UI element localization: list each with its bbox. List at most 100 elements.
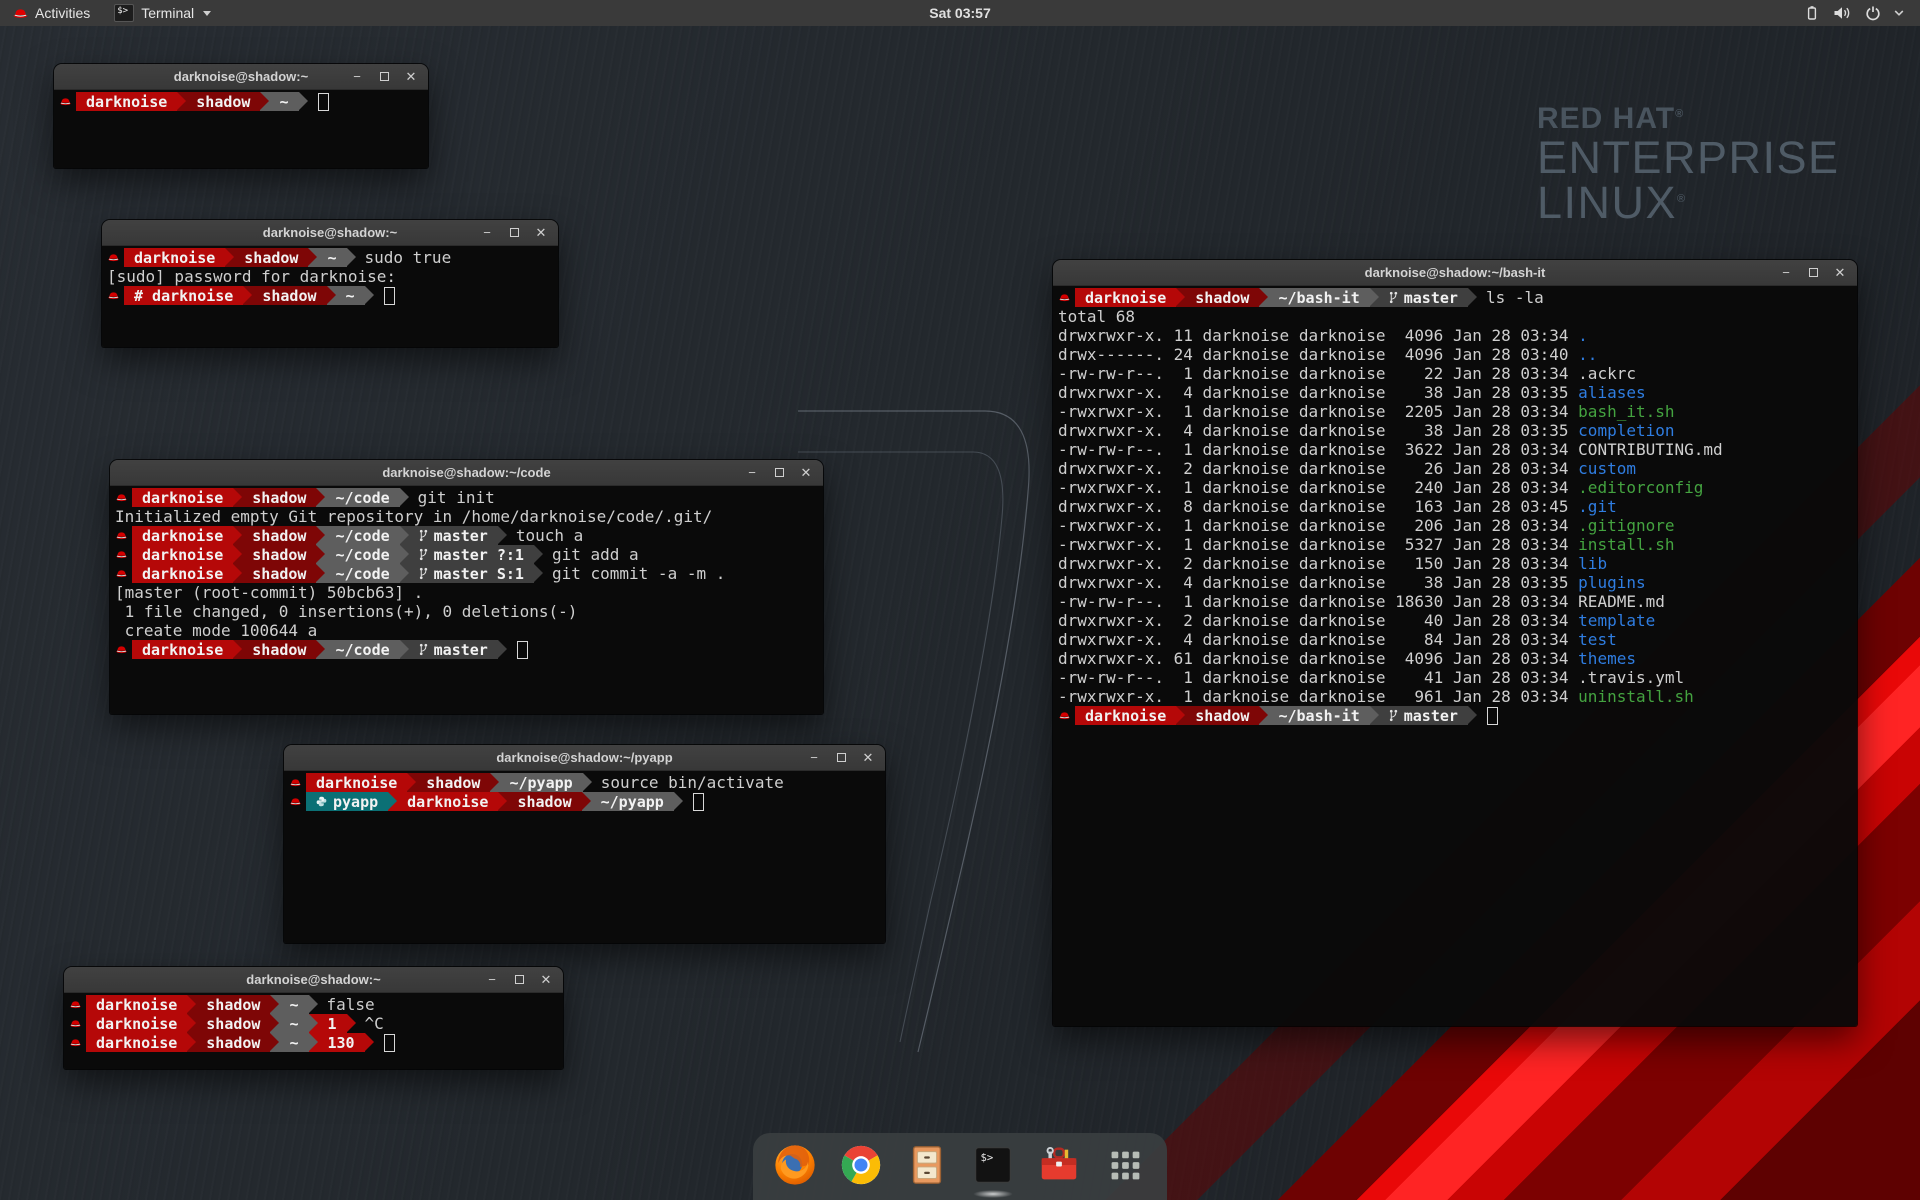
ls-entry-name: .travis.yml — [1578, 668, 1684, 687]
redhat-fedora-icon — [115, 530, 128, 541]
ls-entry-name: lib — [1578, 554, 1607, 573]
close-button[interactable]: ✕ — [535, 226, 547, 239]
command-text: ls -la — [1486, 288, 1544, 307]
terminal-code[interactable]: darknoise@shadow:~/code−✕darknoiseshadow… — [110, 460, 823, 714]
terminal-line: drwxrwxr-x. 8 darknoise darknoise 163 Ja… — [1055, 497, 1857, 516]
terminal-line: drwxrwxr-x. 2 darknoise darknoise 26 Jan… — [1055, 459, 1857, 478]
powerline-arrow-icon — [225, 248, 234, 267]
command-text: git add a — [552, 545, 639, 564]
registered-mark: ® — [1675, 108, 1684, 120]
maximize-button[interactable] — [513, 973, 525, 986]
powerline-arrow-icon — [388, 792, 397, 811]
powerline-arrow-icon — [233, 526, 242, 545]
maximize-button[interactable] — [773, 466, 785, 479]
terminal-screen[interactable]: darknoiseshadow~/codegit initInitialized… — [110, 486, 823, 714]
command-text: false — [327, 995, 375, 1014]
prompt-segment-red: darknoise — [124, 248, 225, 267]
minimize-button[interactable]: − — [746, 466, 758, 479]
redhat-fedora-icon — [69, 1018, 82, 1029]
dock: $> — [753, 1133, 1167, 1200]
maximize-button[interactable] — [508, 226, 520, 239]
prompt-segment-red: darknoise — [1075, 706, 1176, 725]
maximize-button[interactable] — [835, 751, 847, 764]
terminal-line: drwxrwxr-x. 4 darknoise darknoise 38 Jan… — [1055, 573, 1857, 592]
dock-item-terminal[interactable]: $> — [969, 1142, 1017, 1194]
window-title: darknoise@shadow:~/pyapp — [284, 750, 885, 765]
window-title: darknoise@shadow:~/code — [110, 465, 823, 480]
window-titlebar[interactable]: darknoise@shadow:~−✕ — [64, 967, 563, 993]
window-titlebar[interactable]: darknoise@shadow:~/code− ✕ — [110, 460, 823, 486]
terminal-screen[interactable]: darknoiseshadow~/pyappsource bin/activat… — [284, 771, 885, 943]
prompt-segment-red: darknoise — [132, 526, 233, 545]
prompt-segment-gray: ~ — [279, 995, 308, 1014]
chrome-icon — [838, 1142, 884, 1188]
terminal-screen[interactable]: darknoiseshadow~falsedarknoiseshadow~1^C… — [64, 993, 563, 1069]
command-text: git init — [418, 488, 495, 507]
terminal-screen[interactable]: darknoiseshadow~/bash-itmasterls -latota… — [1053, 286, 1857, 1026]
minimize-button[interactable]: − — [351, 70, 363, 83]
dock-item-app-grid[interactable] — [1101, 1142, 1149, 1194]
terminal-line: Initialized empty Git repository in /hom… — [112, 507, 823, 526]
dock-item-files[interactable] — [903, 1142, 951, 1194]
powerline-arrow-icon — [1176, 288, 1185, 307]
powerline-arrow-icon — [187, 1014, 196, 1033]
window-titlebar[interactable]: darknoise@shadow:~/pyapp− ✕ — [284, 745, 885, 771]
terminal-cursor — [517, 641, 528, 659]
minimize-button[interactable]: − — [808, 751, 820, 764]
prompt-segment-red: darknoise — [132, 564, 233, 583]
prompt-segment-red: darknoise — [397, 792, 498, 811]
git-branch-icon — [419, 529, 428, 542]
toolbox-icon — [1036, 1142, 1082, 1188]
redhat-fedora-icon — [12, 6, 29, 21]
terminal-line: drwxrwxr-x. 2 darknoise darknoise 40 Jan… — [1055, 611, 1857, 630]
minimize-button[interactable]: − — [1780, 266, 1792, 279]
ls-entry-name: template — [1578, 611, 1655, 630]
prompt-segment-gray: ~/code — [325, 545, 399, 564]
terminal-line: -rw-rw-r--. 1 darknoise darknoise 18630 … — [1055, 592, 1857, 611]
close-button[interactable]: ✕ — [1834, 266, 1846, 279]
redhat-fedora-icon — [1058, 710, 1071, 721]
terminal-home-small[interactable]: darknoise@shadow:~−✕darknoiseshadow~ — [54, 64, 428, 168]
clock[interactable]: Sat 03:57 — [929, 5, 990, 21]
window-titlebar[interactable]: darknoise@shadow:~−✕ — [54, 64, 428, 90]
app-grid-icon — [1102, 1142, 1148, 1188]
prompt-segment-red: # darknoise — [124, 286, 243, 305]
maximize-button[interactable] — [1807, 266, 1819, 279]
ls-entry-name: install.sh — [1578, 535, 1674, 554]
terminal-exitcodes[interactable]: darknoise@shadow:~−✕darknoiseshadow~fals… — [64, 967, 563, 1069]
dock-item-toolbox[interactable] — [1035, 1142, 1083, 1194]
close-button[interactable]: ✕ — [405, 70, 417, 83]
system-status-area[interactable] — [1804, 0, 1920, 26]
terminal-line: darknoiseshadow~/bash-itmasterls -la — [1055, 288, 1857, 307]
close-button[interactable]: ✕ — [862, 751, 874, 764]
maximize-button[interactable] — [378, 70, 390, 83]
activities-button[interactable]: Activities — [0, 0, 102, 26]
ls-entry-name: .editorconfig — [1578, 478, 1703, 497]
dock-item-chrome[interactable] — [837, 1142, 885, 1194]
git-branch-icon — [1389, 709, 1398, 722]
terminal-pyapp[interactable]: darknoise@shadow:~/pyapp− ✕ darknoiseshado… — [284, 745, 885, 943]
prompt-segment-red: darknoise — [132, 488, 233, 507]
close-button[interactable]: ✕ — [800, 466, 812, 479]
dock-item-firefox[interactable] — [771, 1142, 819, 1194]
battery-icon — [1804, 5, 1820, 21]
terminal-bashit[interactable]: darknoise@shadow:~/bash-it−✕darknoisesha… — [1053, 260, 1857, 1026]
app-menu-terminal[interactable]: $> Terminal — [102, 0, 223, 26]
terminal-line: -rw-rw-r--. 1 darknoise darknoise 41 Jan… — [1055, 668, 1857, 687]
prompt-segment-darkgray: master — [1379, 706, 1468, 725]
close-button[interactable]: ✕ — [540, 973, 552, 986]
redhat-fedora-icon — [115, 492, 128, 503]
terminal-cursor — [1487, 707, 1498, 725]
prompt-segment-red: darknoise — [132, 640, 233, 659]
terminal-line: [sudo] password for darknoise: — [104, 267, 558, 286]
activities-label: Activities — [35, 5, 90, 21]
window-titlebar[interactable]: darknoise@shadow:~/bash-it−✕ — [1053, 260, 1857, 286]
window-titlebar[interactable]: darknoise@shadow:~−✕ — [102, 220, 558, 246]
terminal-sudo[interactable]: darknoise@shadow:~−✕darknoiseshadow~sudo… — [102, 220, 558, 347]
terminal-screen[interactable]: darknoiseshadow~ — [54, 90, 428, 168]
terminal-screen[interactable]: darknoiseshadow~sudo true[sudo] password… — [102, 246, 558, 347]
minimize-button[interactable]: − — [486, 973, 498, 986]
app-menu-label: Terminal — [141, 5, 194, 21]
minimize-button[interactable]: − — [481, 226, 493, 239]
prompt-segment-gray: ~/code — [325, 526, 399, 545]
